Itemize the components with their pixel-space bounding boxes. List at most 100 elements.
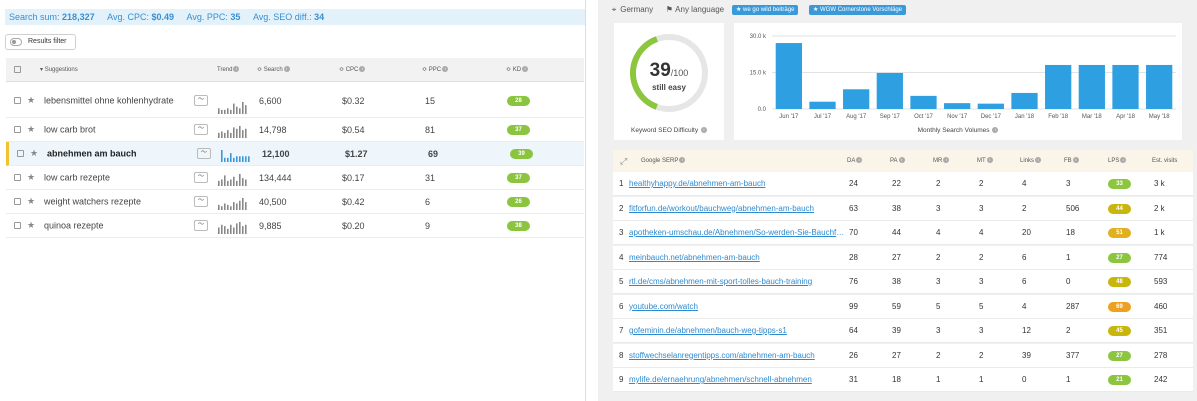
lps-badge: 27	[1108, 252, 1131, 263]
col-kd[interactable]: ≎ KD i	[506, 58, 529, 82]
keyword-text[interactable]: low carb brot	[44, 124, 184, 135]
col-search[interactable]: ≎ Search i	[257, 58, 290, 82]
row-checkbox[interactable]	[14, 173, 21, 181]
sparkline-bar	[233, 103, 235, 114]
row-checkbox[interactable]	[14, 221, 21, 229]
volume-bar	[1146, 64, 1173, 109]
col-trend[interactable]: Trend i	[217, 58, 240, 82]
select-all-checkbox[interactable]	[14, 66, 21, 73]
star-icon[interactable]: ★	[27, 95, 35, 106]
serp-url-link[interactable]: meinbauch.net/abnehmen-am-bauch	[629, 246, 845, 270]
row-checkbox[interactable]	[14, 197, 21, 205]
keyword-row[interactable]: ★ quinoa rezepte 〜 9,885 $0.20 9 38	[6, 214, 584, 238]
keyword-row[interactable]: ★ weight watchers rezepte 〜 40,500 $0.42 6 26	[6, 190, 584, 214]
sparkline-bar	[242, 226, 244, 234]
trend-chart-icon[interactable]: 〜	[194, 195, 208, 207]
results-filter-button[interactable]: Results filter	[5, 34, 76, 50]
expand-icon[interactable]: ⤢	[620, 150, 627, 172]
avg-ppc-label: Avg. PPC:	[186, 12, 228, 22]
serp-cell-mt: 2	[979, 350, 984, 360]
serp-url-link[interactable]: youtube.com/watch	[629, 295, 845, 319]
sparkline-bar	[227, 108, 229, 114]
tag-we-go-wild[interactable]: ★ we go wild beiträge	[732, 5, 799, 15]
keyword-text[interactable]: weight watchers rezepte	[44, 196, 184, 207]
serp-cell-mt: 4	[979, 228, 984, 237]
row-checkbox[interactable]	[17, 149, 24, 157]
sparkline-bar	[242, 130, 244, 138]
country-selector[interactable]: Germany	[620, 5, 653, 14]
kd-badge: 37	[507, 172, 530, 183]
serp-url-link[interactable]: mylife.de/ernaehrung/abnehmen/schnell-ab…	[629, 368, 845, 392]
star-icon[interactable]: ★	[27, 220, 35, 231]
col-pa[interactable]: PA i	[890, 150, 905, 172]
language-selector[interactable]: Any language	[675, 5, 724, 14]
serp-row: 9 mylife.de/ernaehrung/abnehmen/schnell-a…	[613, 368, 1193, 392]
star-icon[interactable]: ★	[27, 172, 35, 183]
tag-wgw-cornerstone[interactable]: ★ WGW Cornerstone Vorschläge	[809, 5, 907, 15]
serp-url-link[interactable]: gofeminin.de/abnehmen/bauch-weg-tipps-s1	[629, 319, 845, 343]
trend-chart-icon[interactable]: 〜	[197, 147, 211, 159]
serp-cell-da: 63	[849, 203, 858, 213]
serp-url-link[interactable]: stoffwechselanregentipps.com/abnehmen-am…	[629, 344, 845, 368]
serp-cell-visits: 460	[1154, 301, 1168, 311]
keyword-row[interactable]: ★ low carb rezepte 〜 134,444 $0.17 31 37	[6, 166, 584, 190]
trend-chart-icon[interactable]: 〜	[194, 94, 208, 106]
row-checkbox[interactable]	[14, 96, 21, 104]
col-est-visits[interactable]: Est. visits	[1152, 150, 1177, 172]
serp-url-link[interactable]: healthyhappy.de/abnehmen-am-bauch	[629, 172, 845, 196]
serp-cell-visits: 593	[1154, 277, 1168, 286]
col-lps[interactable]: LPS i	[1108, 150, 1127, 172]
keyword-row[interactable]: ★ lebensmittel ohne kohlenhydrate 〜 6,600 $0…	[6, 84, 584, 118]
sparkline-bar	[242, 156, 244, 162]
trend-chart-icon[interactable]: 〜	[194, 171, 208, 183]
col-fb[interactable]: FB i	[1064, 150, 1079, 172]
star-icon[interactable]: ★	[27, 196, 35, 207]
app-root: Search sum: 218,327 Avg. CPC: $0.49 Avg.…	[0, 0, 1197, 401]
serp-cell-visits: 2 k	[1154, 203, 1165, 213]
cell-cpc: $0.17	[342, 172, 365, 183]
col-ppc[interactable]: ≎ PPC i	[422, 58, 449, 82]
x-tick-label: Apr '18	[1116, 114, 1135, 120]
col-mt[interactable]: MT i	[977, 150, 993, 172]
col-links[interactable]: Links i	[1020, 150, 1042, 172]
serp-url-link[interactable]: apotheken-umschau.de/Abnehmen/So-werden-…	[629, 221, 845, 245]
col-mr[interactable]: MR i	[933, 150, 950, 172]
serp-url-link[interactable]: fitforfun.de/workout/bauchweg/abnehmen-a…	[629, 197, 845, 221]
kd-badge: 38	[507, 220, 530, 231]
serp-cell-mr: 5	[936, 301, 941, 311]
serp-rank: 3	[619, 228, 624, 237]
sparkline-bar	[221, 109, 223, 114]
serp-rank: 9	[619, 375, 624, 384]
keyword-text[interactable]: low carb rezepte	[44, 172, 184, 183]
star-icon[interactable]: ★	[27, 124, 35, 135]
keywords-table-header: ▾ Suggestions Trend i ≎ Search i ≎ CPC i ≎ …	[6, 58, 584, 82]
row-checkbox[interactable]	[14, 125, 21, 133]
keyword-text[interactable]: quinoa rezepte	[44, 220, 184, 231]
info-icon: i	[986, 157, 993, 164]
sparkline-bar	[218, 108, 220, 114]
serp-cell-da: 24	[849, 179, 858, 188]
keyword-text[interactable]: lebensmittel ohne kohlenhydrate	[44, 95, 184, 106]
star-icon[interactable]: ★	[30, 148, 38, 159]
cell-cpc: $0.42	[342, 196, 365, 207]
sparkline-bar	[230, 153, 232, 162]
keyword-row[interactable]: ★ low carb brot 〜 14,798 $0.54 81 37	[6, 118, 584, 142]
col-google-serp[interactable]: Google SERP i	[641, 150, 686, 172]
keyword-row[interactable]: ★ abnehmen am bauch 〜 12,100 $1.27 69 39	[6, 142, 584, 166]
col-suggestions[interactable]: ▾ Suggestions	[40, 58, 78, 82]
serp-cell-links: 39	[1022, 350, 1031, 360]
serp-url-link[interactable]: rtl.de/cms/abnehmen-mit-sport-tolles-bau…	[629, 270, 845, 294]
lps-badge: 45	[1108, 326, 1131, 336]
serp-rank: 7	[619, 326, 624, 335]
keyword-suggestions-panel: Search sum: 218,327 Avg. CPC: $0.49 Avg.…	[0, 0, 586, 401]
sparkline-bar	[233, 127, 235, 138]
sparkline-bar	[236, 128, 238, 138]
trend-chart-icon[interactable]: 〜	[194, 123, 208, 135]
sparkline-bar	[236, 203, 238, 210]
keyword-text[interactable]: abnehmen am bauch	[47, 148, 187, 159]
col-cpc[interactable]: ≎ CPC i	[339, 58, 366, 82]
col-da[interactable]: DA i	[847, 150, 863, 172]
trend-chart-icon[interactable]: 〜	[194, 219, 208, 231]
serp-row: 3 apotheken-umschau.de/Abnehmen/So-werden…	[613, 221, 1193, 245]
serp-cell-visits: 242	[1154, 375, 1168, 384]
